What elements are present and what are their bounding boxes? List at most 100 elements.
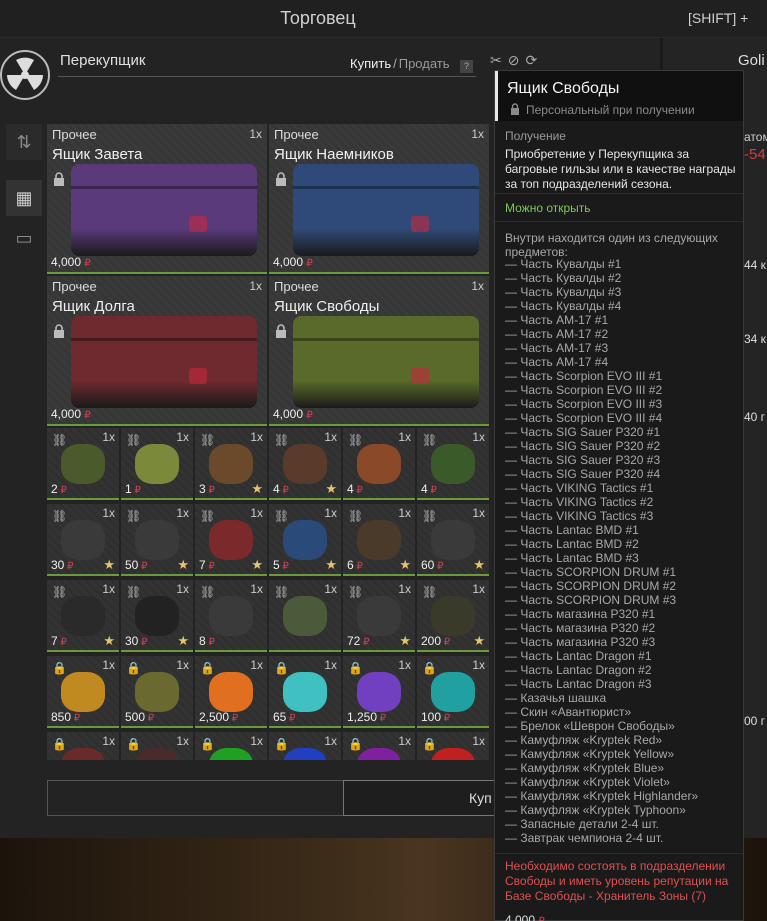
price-value: 4 xyxy=(347,482,354,496)
contents-item: — Часть Lantac BMD #3 xyxy=(505,551,639,565)
item-quantity: 1x xyxy=(324,658,337,672)
item-cell[interactable]: ⛓ 1x 50 ₽ ★ xyxy=(121,504,193,576)
binding-status: Персональный при получении xyxy=(526,103,695,117)
lock-icon: 🔒 xyxy=(274,661,289,675)
item-cell[interactable]: 🔒 1x xyxy=(269,732,341,760)
link-icon: ⛓ xyxy=(200,433,216,447)
item-cell[interactable]: 🔒 1x xyxy=(417,732,489,760)
item-price: 7 ₽ xyxy=(199,558,215,572)
help-button[interactable]: ? xyxy=(460,60,473,73)
item-image xyxy=(431,520,475,560)
item-quantity: 1x xyxy=(249,279,262,293)
player-item-price: 44 к xyxy=(744,258,766,272)
item-card[interactable]: Прочее 1x Ящик Свободы 4,000 ₽ xyxy=(269,276,489,426)
item-image xyxy=(135,596,179,636)
contents-list: — Часть Кувалды #1— Часть Кувалды #2— Ча… xyxy=(505,257,737,845)
item-cell[interactable]: ⛓ 1x 72 ₽ ★ xyxy=(343,580,415,652)
ruble-sign-icon: ₽ xyxy=(306,410,313,421)
buy-tab[interactable]: Купить xyxy=(350,56,391,71)
item-cell[interactable]: ⛓ 1x 4 ₽ xyxy=(417,428,489,500)
item-cell[interactable]: ⛓ 1x 5 ₽ ★ xyxy=(269,504,341,576)
item-cell[interactable]: 🔒 1x 2,500 ₽ xyxy=(195,656,267,728)
item-price: 7 ₽ xyxy=(51,634,67,648)
price-value: 50 xyxy=(125,558,139,572)
item-card[interactable]: Прочее 1x Ящик Завета 4,000 ₽ xyxy=(47,124,267,274)
scissors-icon[interactable]: ✂ xyxy=(490,52,508,68)
contents-item: — Часть магазина P320 #3 xyxy=(505,635,656,649)
item-cell[interactable]: 🔒 1x xyxy=(195,732,267,760)
item-cell[interactable]: 🔒 1x xyxy=(121,732,193,760)
item-quantity: 1x xyxy=(398,658,411,672)
divider xyxy=(58,76,476,77)
trader-name: Перекупщик xyxy=(60,52,146,69)
item-cell[interactable]: ⛓ 1x 4 ₽ xyxy=(343,428,415,500)
buy-sell-toggle[interactable]: Купить / Продать xyxy=(350,56,450,71)
contents-item: — Камуфляж «Kryptek Violet» xyxy=(505,775,670,789)
item-cell[interactable]: ⛓ 1x 7 ₽ ★ xyxy=(195,504,267,576)
item-cell[interactable]: 🔒 1x 100 ₽ xyxy=(417,656,489,728)
contents-item: — Часть AM-17 #4 xyxy=(505,355,609,369)
price-value: 500 xyxy=(125,710,146,724)
item-cell[interactable]: 🔒 1x xyxy=(343,732,415,760)
lock-icon xyxy=(54,324,64,338)
item-cell[interactable]: ⛓ 1x 2 ₽ xyxy=(47,428,119,500)
item-cell[interactable]: ⛓ 1x 7 ₽ ★ xyxy=(47,580,119,652)
obtain-text: Приобретение у Перекупщика за багровые г… xyxy=(505,147,736,191)
item-cell[interactable]: ⛓ 1x 30 ₽ ★ xyxy=(47,504,119,576)
item-quantity: 1x xyxy=(102,582,115,596)
item-category: Прочее xyxy=(52,127,97,142)
item-image xyxy=(283,672,327,712)
shift-hint: [SHIFT] + xyxy=(688,10,749,26)
item-cell[interactable]: 🔒 1x 65 ₽ xyxy=(269,656,341,728)
contents-item: — Часть магазина P320 #1 xyxy=(505,607,656,621)
lock-icon: 🔒 xyxy=(126,661,141,675)
contents-item: — Часть Кувалды #3 xyxy=(505,285,622,299)
grid-view-icon[interactable]: ▦ xyxy=(6,180,42,216)
item-cell[interactable]: ⛓ 1x 200 ₽ ★ xyxy=(417,580,489,652)
item-card[interactable]: Прочее 1x Ящик Долга 4,000 ₽ xyxy=(47,276,267,426)
item-cell[interactable]: ⛓ 1x 6 ₽ ★ xyxy=(343,504,415,576)
contents-item: — Камуфляж «Kryptek Blue» xyxy=(505,761,665,775)
item-cell[interactable]: ⛓ 1x 1 ₽ xyxy=(121,428,193,500)
item-cell[interactable]: ⛓ 1x 60 ₽ ★ xyxy=(417,504,489,576)
contents-intro: Внутри находится один из следующих предм… xyxy=(505,231,718,259)
ruble-sign-icon: ₽ xyxy=(205,561,215,572)
refresh-icon[interactable]: ⟳ xyxy=(525,52,543,68)
item-cell[interactable]: ⛓ 1x xyxy=(269,580,341,652)
item-cell[interactable]: 🔒 1x 1,250 ₽ xyxy=(343,656,415,728)
price-value: 4,000 xyxy=(505,913,536,921)
lock-icon: 🔒 xyxy=(274,737,289,751)
ruble-sign-icon: ₽ xyxy=(138,637,148,648)
item-cell[interactable]: ⛓ 1x 8 ₽ xyxy=(195,580,267,652)
item-image xyxy=(135,748,179,760)
star-icon: ★ xyxy=(251,481,263,496)
sell-tab[interactable]: Продать xyxy=(399,56,450,71)
item-cell[interactable]: ⛓ 1x 30 ₽ ★ xyxy=(121,580,193,652)
item-price: 6 ₽ xyxy=(347,558,363,572)
disable-icon[interactable]: ⊘ xyxy=(508,52,526,68)
buy-button[interactable]: Куп xyxy=(343,780,503,816)
item-image xyxy=(135,672,179,712)
contents-item: — Брелок «Шеврон Свободы» xyxy=(505,719,675,733)
ruble-sign-icon: ₽ xyxy=(279,561,289,572)
item-price: 1,250 ₽ xyxy=(347,710,386,724)
sort-icon[interactable]: ⇅ xyxy=(6,124,42,160)
item-cell[interactable]: 🔒 1x xyxy=(47,732,119,760)
lock-icon: 🔒 xyxy=(126,737,141,751)
storage-box-icon[interactable]: ▭ xyxy=(6,220,42,256)
item-name: Ящик Наемников xyxy=(274,146,394,163)
item-quantity: 1x xyxy=(102,734,115,748)
contents-item: — Камуфляж «Kryptek Highlander» xyxy=(505,789,699,803)
item-category: Прочее xyxy=(274,127,319,142)
item-cell[interactable]: ⛓ 1x 3 ₽ ★ xyxy=(195,428,267,500)
lock-icon: 🔒 xyxy=(200,737,215,751)
item-cell[interactable]: ⛓ 1x 4 ₽ ★ xyxy=(269,428,341,500)
contents-item: — Завтрак чемпиона 2-4 шт. xyxy=(505,831,664,845)
item-image xyxy=(357,596,401,636)
price-value: 2 xyxy=(51,482,58,496)
requirement-text: Необходимо состоять в подразделении Своб… xyxy=(505,859,729,903)
item-cell[interactable]: 🔒 1x 500 ₽ xyxy=(121,656,193,728)
item-card[interactable]: Прочее 1x Ящик Наемников 4,000 ₽ xyxy=(269,124,489,274)
item-cell[interactable]: 🔒 1x 850 ₽ xyxy=(47,656,119,728)
lock-icon: 🔒 xyxy=(200,661,215,675)
